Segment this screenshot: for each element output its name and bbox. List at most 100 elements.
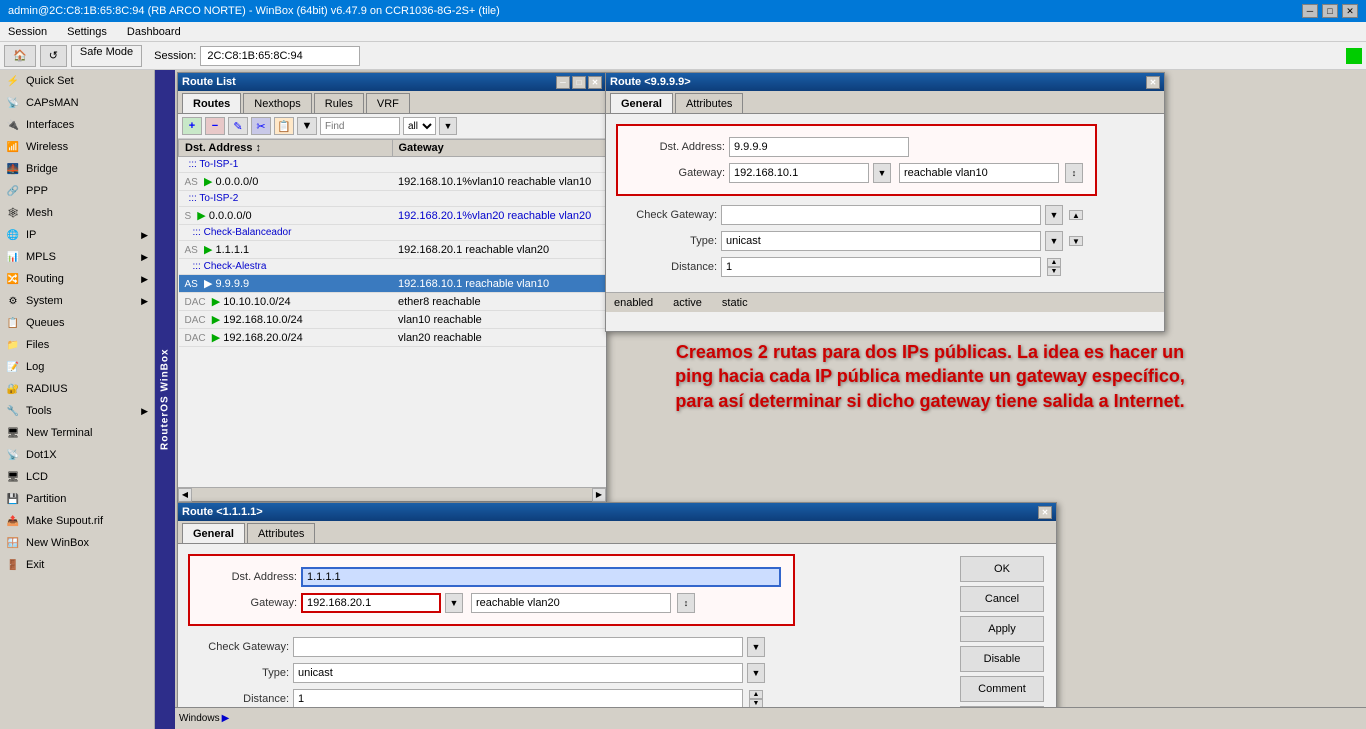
edit-route-button[interactable]: ✎ [228, 117, 248, 135]
route-111-close[interactable]: ✕ [1038, 506, 1052, 519]
tab-routes[interactable]: Routes [182, 93, 241, 113]
table-row[interactable]: DAC ▶ 192.168.20.0/24 vlan20 reachable [179, 329, 606, 347]
route-999-close[interactable]: ✕ [1146, 76, 1160, 89]
distance-up-999[interactable]: ▲ [1047, 258, 1061, 267]
gateway-input-111[interactable] [301, 593, 441, 613]
menu-session[interactable]: Session [4, 26, 51, 38]
gateway-dropdown-111[interactable]: ▼ [445, 593, 463, 613]
distance-down-999[interactable]: ▼ [1047, 267, 1061, 276]
sidebar-item-tools[interactable]: 🔧 Tools ▶ [0, 400, 154, 422]
find-select[interactable]: all [403, 117, 436, 135]
sidebar-item-new-winbox[interactable]: 🪟 New WinBox [0, 532, 154, 554]
table-row[interactable]: ::: To-ISP-1 [179, 157, 606, 173]
tab-general-999[interactable]: General [610, 93, 673, 113]
refresh-button[interactable]: ↺ [40, 45, 67, 67]
sidebar-item-new-terminal[interactable]: 🖥 New Terminal [0, 422, 154, 444]
tab-nexthops[interactable]: Nexthops [243, 93, 311, 113]
filter-route-button[interactable]: ▼ [297, 117, 317, 135]
distance-up-111[interactable]: ▲ [749, 690, 763, 699]
remove-route-button[interactable]: − [205, 117, 225, 135]
table-row[interactable]: S ▶ 0.0.0.0/0 192.168.20.1%vlan20 reacha… [179, 207, 606, 225]
sidebar-item-bridge[interactable]: 🌉 Bridge [0, 158, 154, 180]
type-input-111[interactable] [293, 663, 743, 683]
type-down-999[interactable]: ▼ [1069, 236, 1083, 246]
type-input-999[interactable] [721, 231, 1041, 251]
sidebar-item-lcd[interactable]: 🖥 LCD [0, 466, 154, 488]
tab-attributes-111[interactable]: Attributes [247, 523, 315, 543]
sidebar-item-capsman[interactable]: 📡 CAPsMAN [0, 92, 154, 114]
find-dropdown[interactable]: ▼ [439, 117, 457, 135]
distance-input-111[interactable] [293, 689, 743, 709]
col-gateway[interactable]: Gateway [392, 140, 606, 157]
table-row[interactable]: AS ▶ 1.1.1.1 192.168.20.1 reachable vlan… [179, 241, 606, 259]
type-dropdown-111[interactable]: ▼ [747, 663, 765, 683]
sidebar-item-ip[interactable]: 🌐 IP ▶ [0, 224, 154, 246]
sidebar-item-exit[interactable]: 🚪 Exit [0, 554, 154, 576]
safe-mode-button[interactable]: Safe Mode [71, 45, 142, 67]
gateway-input-999[interactable] [729, 163, 869, 183]
sidebar-item-routing[interactable]: 🔀 Routing ▶ [0, 268, 154, 290]
check-gateway-dropdown-999[interactable]: ▼ [1045, 205, 1063, 225]
sidebar-item-ppp[interactable]: 🔗 PPP [0, 180, 154, 202]
route-list-hscrollbar[interactable]: ◀ ▶ [178, 487, 606, 501]
sidebar-item-wireless[interactable]: 📶 Wireless [0, 136, 154, 158]
gateway-extra-dropdown-111[interactable]: ↕ [677, 593, 695, 613]
tab-general-111[interactable]: General [182, 523, 245, 543]
table-row[interactable]: DAC ▶ 10.10.10.0/24 ether8 reachable [179, 293, 606, 311]
home-button[interactable]: 🏠 [4, 45, 36, 67]
tab-rules[interactable]: Rules [314, 93, 364, 113]
route-list-maximize[interactable]: □ [572, 76, 586, 89]
tab-attributes-999[interactable]: Attributes [675, 93, 743, 113]
find-input[interactable] [320, 117, 400, 135]
sidebar-item-radius[interactable]: 🔐 RADIUS [0, 378, 154, 400]
gateway-dropdown-999[interactable]: ▼ [873, 163, 891, 183]
distance-input-999[interactable] [721, 257, 1041, 277]
table-row[interactable]: ::: To-ISP-2 [179, 191, 606, 207]
sidebar-item-files[interactable]: 📁 Files [0, 334, 154, 356]
table-row[interactable]: AS ▶ 9.9.9.9 192.168.10.1 reachable vlan… [179, 275, 606, 293]
comment-button[interactable]: Comment [960, 676, 1044, 702]
cancel-button[interactable]: Cancel [960, 586, 1044, 612]
scroll-left[interactable]: ◀ [178, 488, 192, 502]
sidebar-item-quick-set[interactable]: ⚡ Quick Set [0, 70, 154, 92]
menu-dashboard[interactable]: Dashboard [123, 26, 185, 38]
maximize-button[interactable]: □ [1322, 4, 1338, 18]
copy-route-button[interactable]: ✂ [251, 117, 271, 135]
dst-address-input-999[interactable] [729, 137, 909, 157]
add-route-button[interactable]: + [182, 117, 202, 135]
disable-button[interactable]: Disable [960, 646, 1044, 672]
sidebar-item-interfaces[interactable]: 🔌 Interfaces [0, 114, 154, 136]
gateway-extra-111[interactable] [471, 593, 671, 613]
table-row[interactable]: AS ▶ 0.0.0.0/0 192.168.10.1%vlan10 reach… [179, 173, 606, 191]
sidebar-item-system[interactable]: ⚙ System ▶ [0, 290, 154, 312]
minimize-button[interactable]: ─ [1302, 4, 1318, 18]
scroll-right[interactable]: ▶ [592, 488, 606, 502]
route-list-minimize[interactable]: ─ [556, 76, 570, 89]
check-gateway-dropdown-111[interactable]: ▼ [747, 637, 765, 657]
check-gateway-input-111[interactable] [293, 637, 743, 657]
route-list-close[interactable]: ✕ [588, 76, 602, 89]
tab-vrf[interactable]: VRF [366, 93, 410, 113]
apply-button[interactable]: Apply [960, 616, 1044, 642]
sidebar-item-mpls[interactable]: 📊 MPLS ▶ [0, 246, 154, 268]
sidebar-item-partition[interactable]: 💾 Partition [0, 488, 154, 510]
table-row[interactable]: ::: Check-Balanceador [179, 225, 606, 241]
menu-settings[interactable]: Settings [63, 26, 111, 38]
sidebar-item-log[interactable]: 📝 Log [0, 356, 154, 378]
table-row[interactable]: ::: Check-Alestra [179, 259, 606, 275]
ok-button[interactable]: OK [960, 556, 1044, 582]
paste-route-button[interactable]: 📋 [274, 117, 294, 135]
gateway-extra-dropdown-999[interactable]: ↕ [1065, 163, 1083, 183]
check-gateway-input-999[interactable] [721, 205, 1041, 225]
col-dst-address[interactable]: Dst. Address ↕ [179, 140, 393, 157]
gateway-extra-999[interactable] [899, 163, 1059, 183]
close-button[interactable]: ✕ [1342, 4, 1358, 18]
dst-address-input-111[interactable] [301, 567, 781, 587]
check-gateway-up-999[interactable]: ▲ [1069, 210, 1083, 220]
sidebar-item-make-supout[interactable]: 📤 Make Supout.rif [0, 510, 154, 532]
sidebar-item-queues[interactable]: 📋 Queues [0, 312, 154, 334]
sidebar-item-mesh[interactable]: 🕸 Mesh [0, 202, 154, 224]
sidebar-item-dot1x[interactable]: 📡 Dot1X [0, 444, 154, 466]
table-row[interactable]: DAC ▶ 192.168.10.0/24 vlan10 reachable [179, 311, 606, 329]
type-dropdown-999[interactable]: ▼ [1045, 231, 1063, 251]
